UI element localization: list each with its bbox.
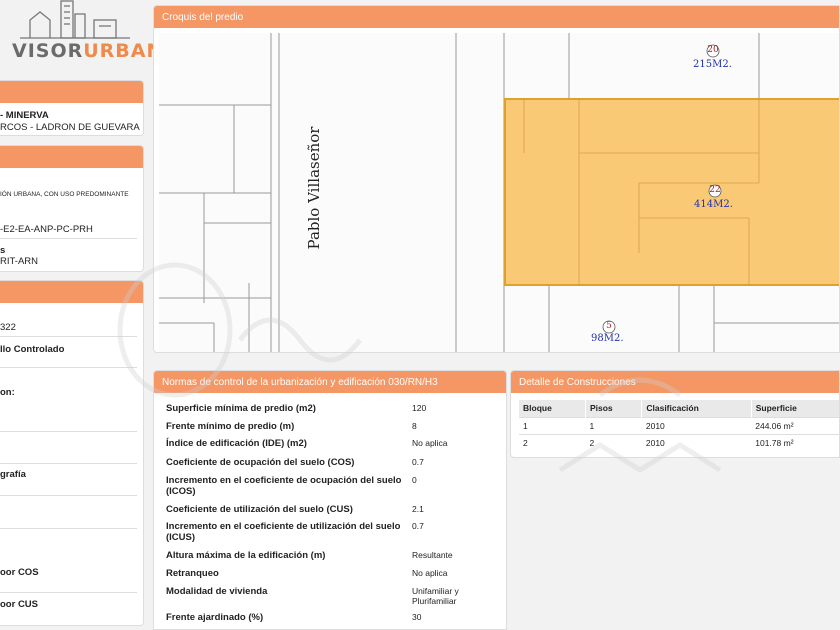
lot-number-20: 20 [707,45,719,55]
normas-value: No aplica [412,568,448,578]
lot-area-215: 215M2. [693,59,732,70]
column-header-superficie: Superficie [751,400,839,417]
constructions-table: Bloque Pisos Clasificación Superficie 1 … [519,400,839,451]
croquis-panel-title: Croquis del predio [154,6,839,28]
column-header-pisos: Pisos [585,400,643,417]
table-header-row: Bloque Pisos Clasificación Superficie [519,400,839,417]
croquis-panel: Croquis del predio Pablo Villaseñor 20 2… [153,5,840,353]
control-item-4: oor CUS [0,599,38,610]
lot-number-22: 22 [709,185,721,195]
lot-map-drawing [159,33,839,352]
table-cell: 1 [519,416,586,434]
column-header-clasificacion: Clasificación [641,400,752,417]
normas-label: Superficie mínima de predio (m2) [166,403,316,414]
control-status: llo Controlado [0,344,65,355]
divider [0,367,137,368]
city-skyline-icon [20,0,130,39]
table-cell: 101.78 m² [751,433,839,451]
normas-value: 8 [412,421,417,431]
normas-label: Retranqueo [166,568,219,579]
normas-value: 120 [412,403,427,413]
control-panel-header [0,281,143,303]
lot-area-414: 414M2. [694,199,733,210]
location-panel: - MINERVA RCOS - LADRON DE GUEVARA [0,80,144,136]
table-cell: 2010 [641,416,752,434]
normas-label: Coeficiente de utilización del suelo (CU… [166,504,353,515]
street-label: Pablo Villaseñor [305,126,323,250]
control-panel: 322 llo Controlado on: grafía oor COS oo… [0,280,144,626]
normas-label: Modalidad de vivienda [166,586,268,597]
normas-value: 0 [412,475,417,485]
normas-value: Resultante [412,550,453,560]
normas-label: Frente mínimo de predio (m) [166,421,295,432]
normas-value: 2.1 [412,504,424,514]
table-cell: 2 [585,433,642,451]
divider [0,592,137,593]
logo-text-visor: VISOR [12,40,84,62]
location-panel-header [0,81,143,103]
table-cell: 2 [519,433,586,451]
zoning-label: s [0,245,6,256]
table-cell: 1 [585,416,642,434]
control-item-1: on: [0,387,15,398]
visor-urbano-logo: VISORURBANO [0,0,180,75]
table-cell: 244.06 m² [751,416,839,434]
control-number: 322 [0,322,16,333]
normas-value: 30 [412,612,422,622]
divider [0,463,137,464]
zoning-code: -E2-EA-ANP-PC-PRH [0,224,93,235]
divider [0,431,137,432]
zoning-panel-header [0,146,143,168]
divider [0,495,137,496]
lot-map[interactable]: Pablo Villaseñor 20 215M2. 22 414M2. 5 9… [159,33,839,352]
divider [0,336,137,337]
zoning-sub: RIT-ARN [0,256,38,267]
normas-label: Índice de edificación (IDE) (m2) [166,438,307,449]
normas-value: 0.7 [412,457,424,467]
table-row: 2 2 2010 101.78 m² [519,433,839,451]
control-item-3: oor COS [0,567,39,578]
normas-value: 0.7 [412,521,424,531]
lot-area-98: 98M2. [591,333,624,344]
normas-label: Frente ajardinado (%) [166,612,264,623]
normas-label: Incremento en el coeficiente de ocupació… [166,475,402,497]
detalle-panel-title: Detalle de Construcciones [511,371,839,393]
normas-panel: Normas de control de la urbanización y e… [153,370,507,630]
detalle-panel: Detalle de Construcciones Bloque Pisos C… [510,370,840,458]
normas-value: Unifamiliar y Plurifamiliar [412,586,459,606]
normas-label: Incremento en el coeficiente de utilizac… [166,521,401,543]
highlighted-lot [504,98,839,286]
normas-label: Coeficiente de ocupación del suelo (COS) [166,457,355,468]
lot-number-5: 5 [606,321,612,331]
table-row: 1 1 2010 244.06 m² [519,416,839,434]
location-line-1: - MINERVA [0,110,49,121]
zoning-panel: IÓN URBANA, CON USO PREDOMINANTE -E2-EA-… [0,145,144,272]
zoning-use-text: IÓN URBANA, CON USO PREDOMINANTE [0,191,129,198]
location-line-2: RCOS - LADRON DE GUEVARA [0,122,140,133]
divider [0,528,137,529]
divider [0,238,137,239]
column-header-bloque: Bloque [519,400,586,417]
normas-panel-title: Normas de control de la urbanización y e… [154,371,506,393]
normas-value: No aplica [412,438,448,448]
normas-label: Altura máxima de la edificación (m) [166,550,326,561]
control-item-2: grafía [0,469,26,480]
table-cell: 2010 [641,433,752,451]
